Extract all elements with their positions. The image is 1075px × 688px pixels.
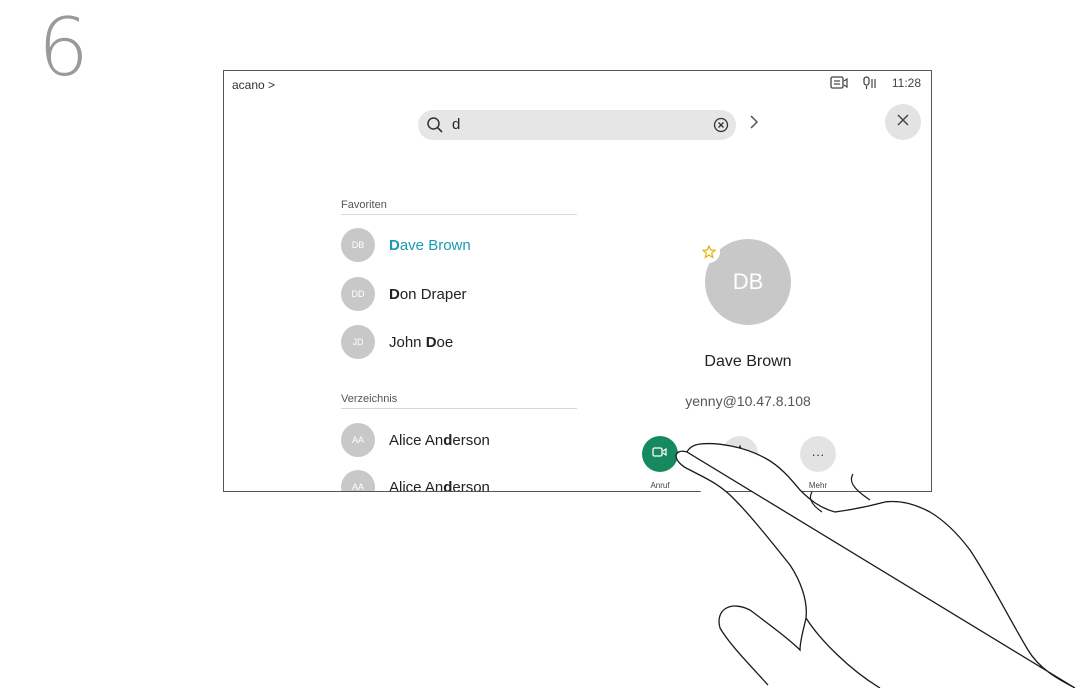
pointing-hand-illustration	[675, 442, 1075, 688]
